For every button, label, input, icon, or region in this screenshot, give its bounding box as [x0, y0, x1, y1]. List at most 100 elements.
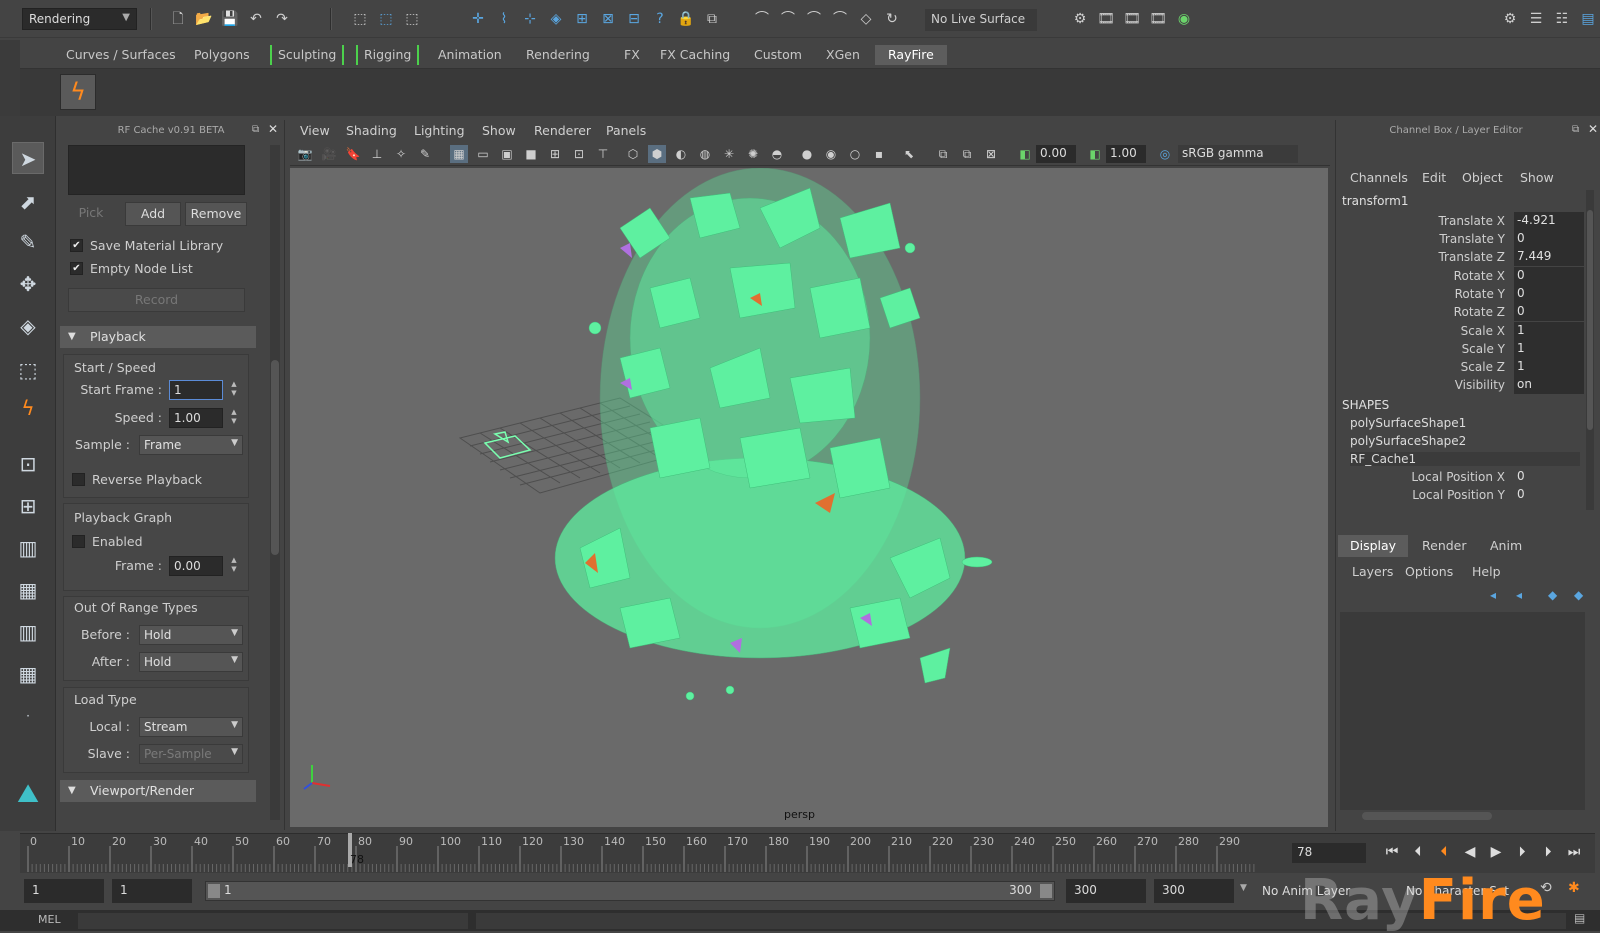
scale-x-label[interactable]: Scale X: [1340, 324, 1505, 338]
outliner-icon[interactable]: ☰: [1526, 9, 1546, 29]
translate-z-field[interactable]: 7.449: [1514, 248, 1584, 266]
single-perspective-icon[interactable]: ⊡: [12, 448, 44, 480]
rotate-x-field[interactable]: 0: [1514, 267, 1584, 285]
step-back-key-icon[interactable]: ⏴: [1434, 844, 1454, 862]
redo-icon[interactable]: ↷: [272, 9, 292, 29]
float-panel-icon[interactable]: ⧉: [252, 124, 259, 135]
node-list[interactable]: [68, 145, 245, 195]
lasso-tool-icon[interactable]: ⬈: [12, 186, 44, 218]
snap-view-icon[interactable]: ⊞: [572, 9, 592, 29]
rotate-y-field[interactable]: 0: [1514, 285, 1584, 303]
menu-edit[interactable]: Edit: [1422, 170, 1446, 185]
end-time-field[interactable]: 300: [1154, 879, 1234, 903]
select-tool-icon[interactable]: ➤: [12, 142, 44, 174]
viewport-render-section[interactable]: ▼ Viewport/Render: [60, 780, 256, 802]
paint-select-tool-icon[interactable]: ✎: [12, 226, 44, 258]
help-icon[interactable]: ?: [650, 9, 670, 29]
shape-item[interactable]: polySurfaceShape1: [1350, 416, 1466, 430]
persp-outliner-icon[interactable]: ▥: [12, 532, 44, 564]
shadows-icon[interactable]: ◓: [768, 145, 786, 163]
rotate-y-label[interactable]: Rotate Y: [1340, 287, 1505, 301]
start-frame-stepper[interactable]: ▲ ▼: [228, 380, 240, 400]
menu-object[interactable]: Object: [1462, 170, 1503, 185]
anti-alias-icon[interactable]: ○: [846, 145, 864, 163]
tab-fx-caching[interactable]: FX Caching: [654, 45, 736, 65]
render-settings-icon[interactable]: ⚙: [1070, 9, 1090, 29]
shape-item[interactable]: polySurfaceShape2: [1350, 434, 1466, 448]
four-view-icon[interactable]: ⊞: [12, 490, 44, 522]
channel-box-icon[interactable]: ▤: [1578, 9, 1598, 29]
live-surface-field[interactable]: No Live Surface: [925, 9, 1037, 31]
translate-y-label[interactable]: Translate Y: [1340, 232, 1505, 246]
history-icon[interactable]: ⧉: [702, 9, 722, 29]
lock-icon[interactable]: 🔒: [676, 9, 696, 29]
snap-surface-icon[interactable]: ◈: [546, 9, 566, 29]
layer-list[interactable]: [1340, 612, 1585, 810]
step-forward-key-icon[interactable]: ⏵: [1512, 844, 1532, 862]
start-time-field[interactable]: 1: [24, 879, 104, 903]
workspace-icon[interactable]: ⚙: [1500, 9, 1520, 29]
tab-animation[interactable]: Animation: [432, 45, 508, 65]
grease-pencil-icon[interactable]: ✎: [416, 145, 434, 163]
isolate-select-icon[interactable]: ⬉: [900, 145, 918, 163]
close-icon[interactable]: ✕: [268, 122, 278, 136]
local-position-x-field[interactable]: 0: [1514, 468, 1584, 486]
attribute-editor-icon[interactable]: ☷: [1552, 9, 1572, 29]
chevron-down-icon[interactable]: ▼: [1240, 883, 1247, 893]
xray-joints-icon[interactable]: ⧉: [958, 145, 976, 163]
translate-y-field[interactable]: 0: [1514, 230, 1584, 248]
use-default-material-icon[interactable]: ◐: [672, 145, 690, 163]
menu-layers[interactable]: Layers: [1352, 564, 1393, 579]
move-layer-up-icon[interactable]: ◂: [1490, 588, 1496, 602]
camera-attr-icon[interactable]: 🎥: [320, 145, 338, 163]
xray-components-icon[interactable]: ⊠: [982, 145, 1000, 163]
exposure-icon[interactable]: ◧: [1016, 145, 1034, 163]
menu-set-dropdown[interactable]: Rendering ▼: [22, 8, 137, 30]
tab-anim[interactable]: Anim: [1478, 535, 1534, 557]
scale-y-field[interactable]: 1: [1514, 340, 1584, 358]
shape-item[interactable]: RF_Cache1: [1350, 452, 1580, 466]
graph-frame-stepper[interactable]: ▲ ▼: [228, 556, 240, 576]
rotate-z-field[interactable]: 0: [1514, 303, 1584, 321]
tab-sculpting[interactable]: Sculpting: [270, 45, 345, 65]
tab-render[interactable]: Render: [1410, 535, 1479, 557]
more-layouts-icon[interactable]: ·: [12, 700, 44, 732]
menu-renderer[interactable]: Renderer: [534, 123, 591, 138]
visibility-label[interactable]: Visibility: [1340, 378, 1505, 392]
magnet-icon[interactable]: ⌒: [830, 9, 850, 29]
rotate-z-label[interactable]: Rotate Z: [1340, 305, 1505, 319]
menu-help[interactable]: Help: [1472, 564, 1501, 579]
tab-curves-surfaces[interactable]: Curves / Surfaces: [60, 45, 182, 65]
menu-channels[interactable]: Channels: [1350, 170, 1408, 185]
ipr-render-icon[interactable]: 🎞: [1122, 9, 1142, 29]
ambient-occlusion-icon[interactable]: ●: [798, 145, 816, 163]
color-management-icon[interactable]: ◎: [1156, 145, 1174, 163]
menu-panels[interactable]: Panels: [606, 123, 646, 138]
snap-uv-icon[interactable]: ⊟: [624, 9, 644, 29]
visibility-field[interactable]: on: [1514, 376, 1584, 394]
tab-fx[interactable]: FX: [618, 45, 646, 65]
rayfire-tool-icon[interactable]: ϟ: [12, 392, 44, 424]
new-scene-icon[interactable]: 🗋: [168, 9, 188, 29]
rf-panel-scroll-thumb[interactable]: [271, 360, 279, 555]
local-position-x-label[interactable]: Local Position X: [1340, 470, 1505, 484]
tab-polygons[interactable]: Polygons: [188, 45, 256, 65]
tab-xgen[interactable]: XGen: [820, 45, 866, 65]
lasso-icon[interactable]: ⌒: [752, 9, 772, 29]
move-layer-down-icon[interactable]: ◂: [1516, 588, 1522, 602]
channel-box-scroll-thumb[interactable]: [1587, 210, 1593, 430]
scale-z-label[interactable]: Scale Z: [1340, 360, 1505, 374]
playback-section[interactable]: ▼ Playback: [60, 326, 256, 348]
local-position-y-field[interactable]: 0: [1514, 486, 1584, 504]
gamma-field[interactable]: 1.00: [1106, 145, 1146, 163]
tab-rayfire[interactable]: RayFire: [875, 45, 947, 65]
select-component-icon[interactable]: ⬚: [402, 9, 422, 29]
save-material-library-checkbox[interactable]: ✔: [70, 239, 83, 252]
exposure-field[interactable]: 0.00: [1036, 145, 1076, 163]
slave-dropdown[interactable]: Per-Sample ▼: [139, 744, 243, 764]
image-plane-icon[interactable]: ⊥: [368, 145, 386, 163]
translate-x-label[interactable]: Translate X: [1340, 214, 1505, 228]
select-object-icon[interactable]: ⬚: [376, 9, 396, 29]
safe-action-icon[interactable]: ⊡: [570, 145, 588, 163]
lights-icon[interactable]: ✺: [744, 145, 762, 163]
